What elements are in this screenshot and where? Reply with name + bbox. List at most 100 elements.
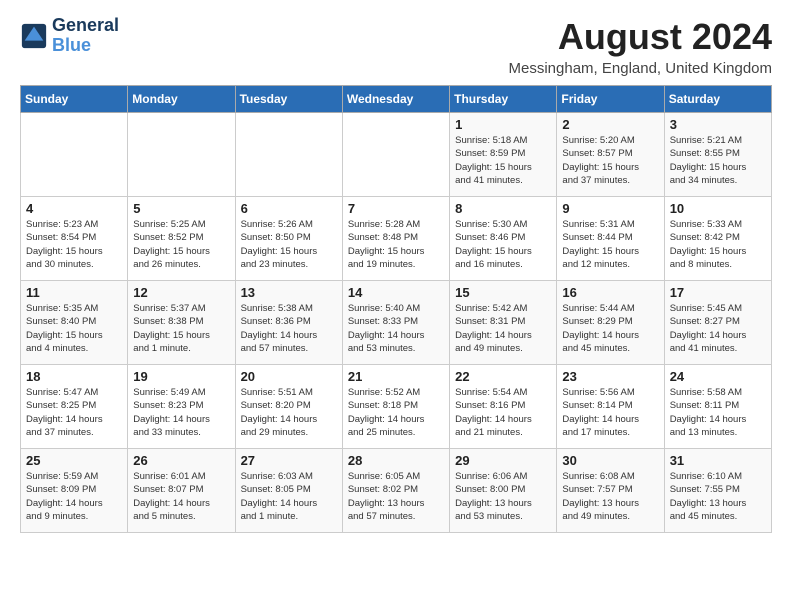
cell-info: Sunrise: 6:08 AM Sunset: 7:57 PM Dayligh… <box>562 470 658 523</box>
cell-info: Sunrise: 5:40 AM Sunset: 8:33 PM Dayligh… <box>348 302 444 355</box>
calendar-cell: 19 Sunrise: 5:49 AM Sunset: 8:23 PM Dayli… <box>128 365 235 449</box>
day-number: 21 <box>348 369 444 384</box>
calendar-cell: 22 Sunrise: 5:54 AM Sunset: 8:16 PM Dayli… <box>450 365 557 449</box>
day-number: 31 <box>670 453 766 468</box>
day-number: 4 <box>26 201 122 216</box>
cell-info: Sunrise: 5:59 AM Sunset: 8:09 PM Dayligh… <box>26 470 122 523</box>
day-number: 28 <box>348 453 444 468</box>
day-number: 22 <box>455 369 551 384</box>
calendar-cell: 15 Sunrise: 5:42 AM Sunset: 8:31 PM Dayli… <box>450 281 557 365</box>
cell-info: Sunrise: 5:44 AM Sunset: 8:29 PM Dayligh… <box>562 302 658 355</box>
day-number: 24 <box>670 369 766 384</box>
cell-info: Sunrise: 6:05 AM Sunset: 8:02 PM Dayligh… <box>348 470 444 523</box>
cell-info: Sunrise: 5:42 AM Sunset: 8:31 PM Dayligh… <box>455 302 551 355</box>
calendar-cell: 5 Sunrise: 5:25 AM Sunset: 8:52 PM Daylig… <box>128 197 235 281</box>
logo-line2: Blue <box>52 35 91 55</box>
cell-info: Sunrise: 6:06 AM Sunset: 8:00 PM Dayligh… <box>455 470 551 523</box>
calendar-cell: 6 Sunrise: 5:26 AM Sunset: 8:50 PM Daylig… <box>235 197 342 281</box>
cell-info: Sunrise: 5:31 AM Sunset: 8:44 PM Dayligh… <box>562 218 658 271</box>
cell-info: Sunrise: 5:45 AM Sunset: 8:27 PM Dayligh… <box>670 302 766 355</box>
cell-info: Sunrise: 5:20 AM Sunset: 8:57 PM Dayligh… <box>562 134 658 187</box>
logo-line1: General <box>52 16 119 36</box>
header: General Blue August 2024 Messingham, Eng… <box>20 16 772 77</box>
day-number: 13 <box>241 285 337 300</box>
week-row-5: 25 Sunrise: 5:59 AM Sunset: 8:09 PM Dayli… <box>21 449 772 533</box>
day-number: 19 <box>133 369 229 384</box>
day-header-tuesday: Tuesday <box>235 86 342 113</box>
logo: General Blue <box>20 16 119 56</box>
cell-info: Sunrise: 5:25 AM Sunset: 8:52 PM Dayligh… <box>133 218 229 271</box>
day-header-saturday: Saturday <box>664 86 771 113</box>
calendar-cell: 24 Sunrise: 5:58 AM Sunset: 8:11 PM Dayli… <box>664 365 771 449</box>
calendar-table: SundayMondayTuesdayWednesdayThursdayFrid… <box>20 85 772 533</box>
day-number: 26 <box>133 453 229 468</box>
calendar-cell: 18 Sunrise: 5:47 AM Sunset: 8:25 PM Dayli… <box>21 365 128 449</box>
cell-info: Sunrise: 5:58 AM Sunset: 8:11 PM Dayligh… <box>670 386 766 439</box>
cell-info: Sunrise: 5:37 AM Sunset: 8:38 PM Dayligh… <box>133 302 229 355</box>
calendar-cell: 16 Sunrise: 5:44 AM Sunset: 8:29 PM Dayli… <box>557 281 664 365</box>
title-area: August 2024 Messingham, England, United … <box>509 16 772 77</box>
day-number: 3 <box>670 117 766 132</box>
cell-info: Sunrise: 6:01 AM Sunset: 8:07 PM Dayligh… <box>133 470 229 523</box>
day-number: 9 <box>562 201 658 216</box>
day-number: 5 <box>133 201 229 216</box>
calendar-cell: 11 Sunrise: 5:35 AM Sunset: 8:40 PM Dayli… <box>21 281 128 365</box>
cell-info: Sunrise: 5:35 AM Sunset: 8:40 PM Dayligh… <box>26 302 122 355</box>
day-number: 25 <box>26 453 122 468</box>
cell-info: Sunrise: 5:23 AM Sunset: 8:54 PM Dayligh… <box>26 218 122 271</box>
cell-info: Sunrise: 5:33 AM Sunset: 8:42 PM Dayligh… <box>670 218 766 271</box>
cell-info: Sunrise: 6:10 AM Sunset: 7:55 PM Dayligh… <box>670 470 766 523</box>
day-number: 20 <box>241 369 337 384</box>
month-year: August 2024 <box>509 16 772 58</box>
calendar-cell: 3 Sunrise: 5:21 AM Sunset: 8:55 PM Daylig… <box>664 113 771 197</box>
calendar-cell: 2 Sunrise: 5:20 AM Sunset: 8:57 PM Daylig… <box>557 113 664 197</box>
calendar-cell: 23Sunrise: 5:56 AM Sunset: 8:14 PM Dayli… <box>557 365 664 449</box>
day-number: 18 <box>26 369 122 384</box>
day-number: 17 <box>670 285 766 300</box>
week-row-2: 4 Sunrise: 5:23 AM Sunset: 8:54 PM Daylig… <box>21 197 772 281</box>
days-header-row: SundayMondayTuesdayWednesdayThursdayFrid… <box>21 86 772 113</box>
day-number: 15 <box>455 285 551 300</box>
cell-info: Sunrise: 5:49 AM Sunset: 8:23 PM Dayligh… <box>133 386 229 439</box>
cell-info: Sunrise: 5:38 AM Sunset: 8:36 PM Dayligh… <box>241 302 337 355</box>
day-number: 27 <box>241 453 337 468</box>
logo-icon <box>20 22 48 50</box>
cell-info: Sunrise: 6:03 AM Sunset: 8:05 PM Dayligh… <box>241 470 337 523</box>
day-number: 16 <box>562 285 658 300</box>
day-number: 12 <box>133 285 229 300</box>
calendar-cell: 21 Sunrise: 5:52 AM Sunset: 8:18 PM Dayli… <box>342 365 449 449</box>
day-number: 11 <box>26 285 122 300</box>
cell-info: Sunrise: 5:52 AM Sunset: 8:18 PM Dayligh… <box>348 386 444 439</box>
cell-info: Sunrise: 5:18 AM Sunset: 8:59 PM Dayligh… <box>455 134 551 187</box>
calendar-cell: 26 Sunrise: 6:01 AM Sunset: 8:07 PM Dayli… <box>128 449 235 533</box>
day-number: 1 <box>455 117 551 132</box>
day-number: 29 <box>455 453 551 468</box>
calendar-cell: 12 Sunrise: 5:37 AM Sunset: 8:38 PM Dayli… <box>128 281 235 365</box>
cell-info: Sunrise: 5:28 AM Sunset: 8:48 PM Dayligh… <box>348 218 444 271</box>
cell-info: Sunrise: 5:30 AM Sunset: 8:46 PM Dayligh… <box>455 218 551 271</box>
week-row-3: 11 Sunrise: 5:35 AM Sunset: 8:40 PM Dayli… <box>21 281 772 365</box>
calendar-cell: 8Sunrise: 5:30 AM Sunset: 8:46 PM Daylig… <box>450 197 557 281</box>
calendar-cell: 27 Sunrise: 6:03 AM Sunset: 8:05 PM Dayli… <box>235 449 342 533</box>
week-row-4: 18 Sunrise: 5:47 AM Sunset: 8:25 PM Dayli… <box>21 365 772 449</box>
day-header-friday: Friday <box>557 86 664 113</box>
logo-text: General Blue <box>52 16 119 56</box>
day-number: 6 <box>241 201 337 216</box>
cell-info: Sunrise: 5:21 AM Sunset: 8:55 PM Dayligh… <box>670 134 766 187</box>
cell-info: Sunrise: 5:54 AM Sunset: 8:16 PM Dayligh… <box>455 386 551 439</box>
cell-info: Sunrise: 5:47 AM Sunset: 8:25 PM Dayligh… <box>26 386 122 439</box>
calendar-cell: 29 Sunrise: 6:06 AM Sunset: 8:00 PM Dayli… <box>450 449 557 533</box>
location: Messingham, England, United Kingdom <box>509 60 772 77</box>
week-row-1: 1 Sunrise: 5:18 AM Sunset: 8:59 PM Daylig… <box>21 113 772 197</box>
cell-info: Sunrise: 5:26 AM Sunset: 8:50 PM Dayligh… <box>241 218 337 271</box>
calendar-cell: 30 Sunrise: 6:08 AM Sunset: 7:57 PM Dayli… <box>557 449 664 533</box>
day-header-sunday: Sunday <box>21 86 128 113</box>
cell-info: Sunrise: 5:56 AM Sunset: 8:14 PM Dayligh… <box>562 386 658 439</box>
calendar-cell: 14Sunrise: 5:40 AM Sunset: 8:33 PM Dayli… <box>342 281 449 365</box>
day-number: 30 <box>562 453 658 468</box>
calendar-cell: 17 Sunrise: 5:45 AM Sunset: 8:27 PM Dayli… <box>664 281 771 365</box>
day-header-thursday: Thursday <box>450 86 557 113</box>
calendar-cell: 1 Sunrise: 5:18 AM Sunset: 8:59 PM Daylig… <box>450 113 557 197</box>
calendar-cell: 28 Sunrise: 6:05 AM Sunset: 8:02 PM Dayli… <box>342 449 449 533</box>
day-number: 2 <box>562 117 658 132</box>
